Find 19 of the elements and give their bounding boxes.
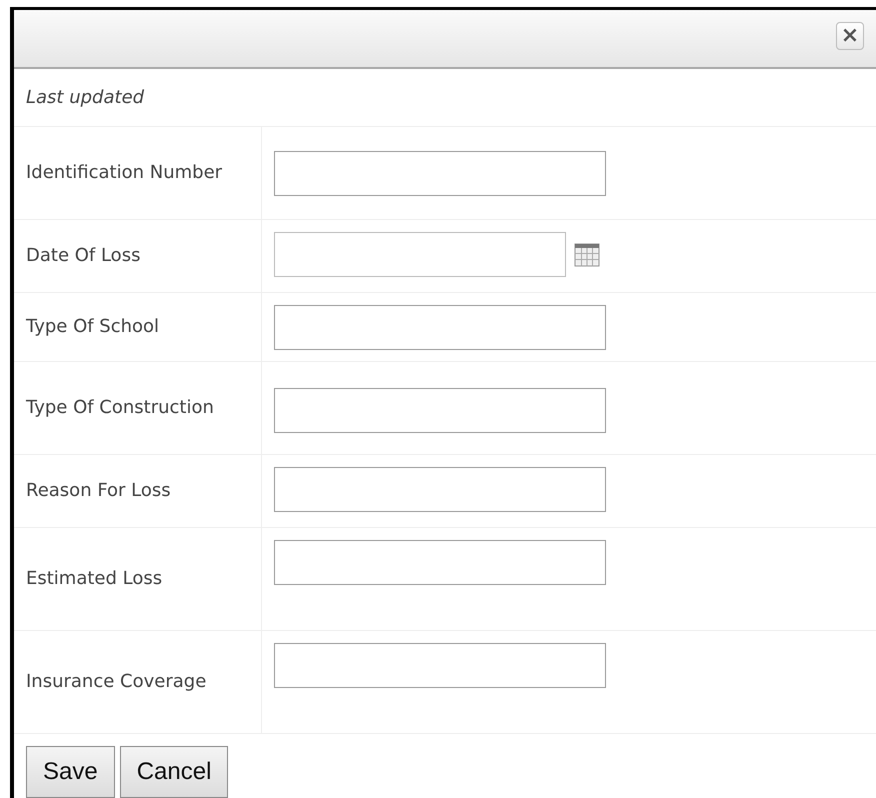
text-field[interactable]: [274, 388, 606, 433]
field-label: Reason For Loss: [26, 479, 171, 504]
text-field[interactable]: [274, 151, 606, 196]
last-updated-label: Last updated: [26, 86, 144, 108]
dialog-button[interactable]: Cancel: [120, 746, 228, 798]
field-label: Type Of Construction: [26, 396, 214, 420]
field-label: Date Of Loss: [26, 244, 140, 268]
text-field[interactable]: [274, 467, 606, 512]
field-label: Estimated Loss: [26, 567, 162, 592]
text-field[interactable]: [274, 540, 606, 585]
text-field[interactable]: [274, 305, 606, 350]
field-label: Insurance Coverage: [26, 670, 206, 694]
dialog-button[interactable]: Save: [26, 746, 115, 798]
field-label: Identification Number: [26, 161, 222, 186]
close-button[interactable]: ×: [836, 22, 864, 50]
calendar-icon[interactable]: [574, 243, 600, 267]
date-field[interactable]: [274, 232, 566, 277]
text-field[interactable]: [274, 643, 606, 688]
field-label: Type Of School: [26, 315, 160, 340]
